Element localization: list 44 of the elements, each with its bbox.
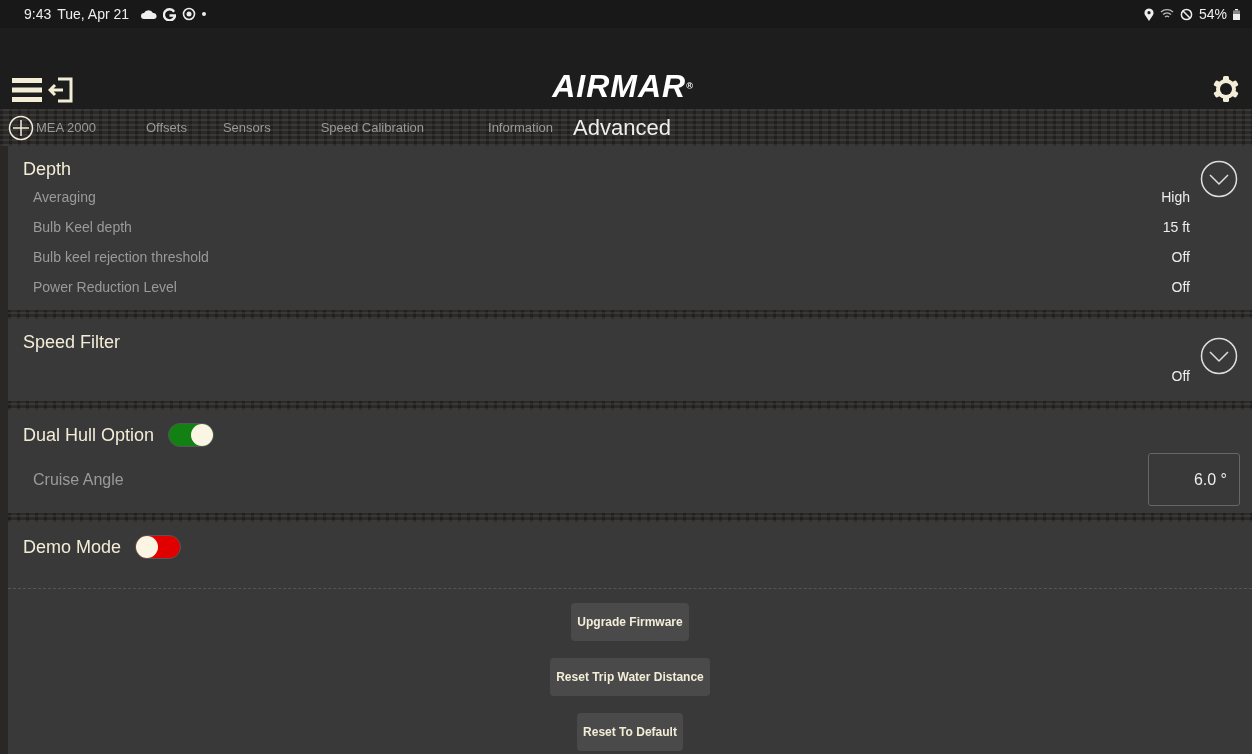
setting-label: Averaging (33, 189, 97, 205)
tab[interactable]: Offsets (146, 120, 187, 135)
tab[interactable]: Sensors (222, 120, 271, 135)
setting-label: Power Reduction Level (33, 279, 178, 295)
setting-label: Bulb Keel depth (33, 219, 133, 235)
section-title: Depth (23, 158, 73, 181)
expand-button[interactable] (1200, 160, 1238, 198)
setting-value: Off (1171, 279, 1190, 295)
setting-value: 15 ft (1162, 219, 1190, 235)
tab[interactable]: Information (488, 120, 554, 135)
menu-button[interactable] (12, 77, 42, 103)
blocked-icon (1179, 7, 1193, 21)
wifi-icon (1159, 8, 1174, 20)
airmar-logo: AIRMAR$^{®}$ (551, 69, 695, 103)
location-pin-icon (1143, 7, 1154, 21)
setting-value: Off (1171, 368, 1190, 384)
dot-icon (202, 12, 207, 16)
toggle-switch[interactable] (135, 535, 182, 559)
setting-label: Bulb keel rejection threshold (33, 249, 210, 265)
toggle-switch[interactable] (168, 423, 215, 447)
target-icon (182, 7, 197, 21)
expand-button[interactable] (1200, 337, 1238, 375)
tab[interactable]: Advanced (573, 114, 671, 141)
section-title: Speed Filter (23, 331, 122, 354)
setting-label: Cruise Angle (33, 470, 125, 489)
section-title: Demo Mode (23, 536, 122, 559)
cloud-icon (141, 9, 158, 19)
tab[interactable]: Speed Calibration (320, 120, 424, 135)
section-title: Dual Hull Option (23, 424, 155, 447)
setting-value: Off (1171, 249, 1190, 265)
battery-percent: 54% (1198, 6, 1227, 22)
action-button[interactable]: Reset Trip Water Distance (550, 658, 710, 696)
status-date: Tue, Apr 21 (57, 6, 130, 22)
tab[interactable]: MEA 2000 (36, 120, 96, 135)
add-icon[interactable] (8, 115, 34, 141)
settings-button[interactable] (1212, 75, 1240, 103)
action-button[interactable]: Reset To Default (577, 713, 683, 751)
status-time: 9:43 (24, 6, 52, 22)
exit-button[interactable] (48, 77, 74, 103)
setting-value: High (1161, 189, 1190, 205)
action-button[interactable]: Upgrade Firmware (571, 603, 689, 641)
battery-icon (1233, 8, 1240, 20)
angle-field[interactable]: 6.0 ° (1148, 453, 1240, 506)
g-icon (163, 7, 177, 21)
